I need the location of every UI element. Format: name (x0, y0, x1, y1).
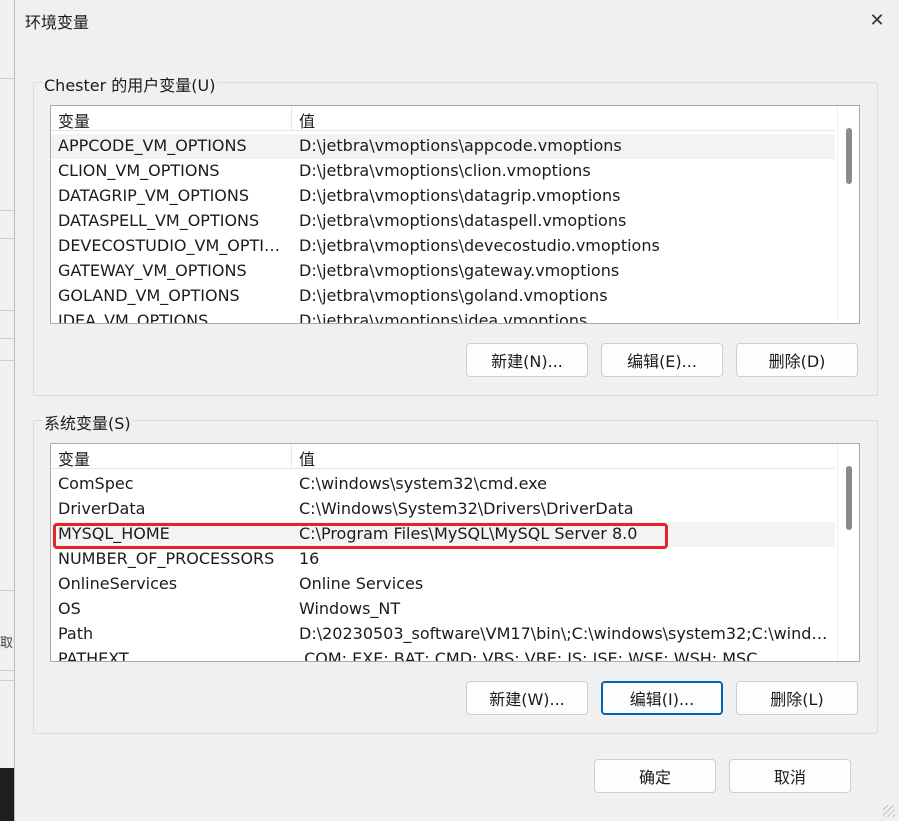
system-list-scroll-thumb[interactable] (846, 466, 852, 530)
user-delete-button[interactable]: 删除(D) (736, 343, 858, 377)
user-var-row[interactable]: IDEA_VM_OPTIONS D:\jetbra\vmoptions\idea… (51, 309, 835, 324)
system-variables-group: 系统变量(S) 变量 值 ComSpec C:\windows\system32… (33, 410, 878, 734)
var-value: D:\jetbra\vmoptions\appcode.vmoptions (299, 136, 622, 155)
var-value: .COM;.EXE;.BAT;.CMD;.VBS;.VBE;.JS;.JSE;.… (299, 649, 758, 662)
dialog-title: 环境变量 (25, 13, 90, 32)
var-value: D:\jetbra\vmoptions\clion.vmoptions (299, 161, 591, 180)
close-button[interactable]: ✕ (854, 0, 899, 40)
var-value: D:\20230503_software\VM17\bin\;C:\window… (299, 624, 829, 643)
var-name: APPCODE_VM_OPTIONS (58, 136, 247, 155)
var-value: D:\jetbra\vmoptions\dataspell.vmoptions (299, 211, 627, 230)
user-variables-group: Chester 的用户变量(U) 变量 值 APPCODE_VM_OPTIONS… (33, 72, 878, 396)
system-var-row[interactable]: Path D:\20230503_software\VM17\bin\;C:\w… (51, 622, 835, 647)
var-name: GOLAND_VM_OPTIONS (58, 286, 240, 305)
system-var-row[interactable]: ComSpec C:\windows\system32\cmd.exe (51, 472, 835, 497)
var-name: MYSQL_HOME (58, 524, 170, 543)
background-cancel-text: 取消 (0, 636, 14, 651)
user-var-row[interactable]: DEVECOSTUDIO_VM_OPTIO... D:\jetbra\vmopt… (51, 234, 835, 259)
var-name: DATASPELL_VM_OPTIONS (58, 211, 260, 230)
user-col-value-header[interactable]: 值 (299, 108, 315, 132)
user-new-button[interactable]: 新建(N)... (466, 343, 588, 377)
background-taskbar (0, 768, 14, 821)
system-var-row[interactable]: PATHEXT .COM;.EXE;.BAT;.CMD;.VBS;.VBE;.J… (51, 647, 835, 662)
system-var-row[interactable]: OS Windows_NT (51, 597, 835, 622)
system-list-header: 变量 值 (51, 444, 835, 469)
var-name: DATAGRIP_VM_OPTIONS (58, 186, 250, 205)
system-variables-label: 系统变量(S) (42, 410, 133, 434)
system-var-row[interactable]: OnlineServices Online Services (51, 572, 835, 597)
var-name: IDEA_VM_OPTIONS (58, 311, 209, 324)
var-value: D:\jetbra\vmoptions\datagrip.vmoptions (299, 186, 621, 205)
ok-button[interactable]: 确定 (594, 759, 716, 793)
var-name: DriverData (58, 499, 146, 518)
user-var-row[interactable]: GOLAND_VM_OPTIONS D:\jetbra\vmoptions\go… (51, 284, 835, 309)
system-col-value-header[interactable]: 值 (299, 446, 315, 470)
system-var-row[interactable]: DriverData C:\Windows\System32\Drivers\D… (51, 497, 835, 522)
var-name: CLION_VM_OPTIONS (58, 161, 220, 180)
var-name: OnlineServices (58, 574, 178, 593)
user-var-row[interactable]: CLION_VM_OPTIONS D:\jetbra\vmoptions\cli… (51, 159, 835, 184)
system-new-button[interactable]: 新建(W)... (466, 681, 588, 715)
var-value: D:\jetbra\vmoptions\devecostudio.vmoptio… (299, 236, 660, 255)
user-col-separator[interactable] (291, 106, 292, 131)
var-value: D:\jetbra\vmoptions\gateway.vmoptions (299, 261, 620, 280)
system-col-name-header[interactable]: 变量 (58, 446, 90, 470)
user-variables-list[interactable]: 变量 值 APPCODE_VM_OPTIONS D:\jetbra\vmopti… (50, 105, 860, 324)
var-value: D:\jetbra\vmoptions\idea.vmoptions (299, 311, 588, 324)
var-value: Windows_NT (299, 599, 401, 618)
system-edit-button[interactable]: 编辑(I)... (601, 681, 723, 715)
system-var-row-mysql-home[interactable]: MYSQL_HOME C:\Program Files\MySQL\MySQL … (51, 522, 835, 547)
var-name: PATHEXT (58, 649, 129, 662)
user-list-header: 变量 值 (51, 106, 835, 131)
background-window: 取消 (0, 0, 14, 821)
var-name: NUMBER_OF_PROCESSORS (58, 549, 275, 568)
resize-grip[interactable] (883, 805, 895, 817)
var-value: C:\windows\system32\cmd.exe (299, 474, 547, 493)
var-name: Path (58, 624, 94, 643)
var-name: ComSpec (58, 474, 134, 493)
var-value: D:\jetbra\vmoptions\goland.vmoptions (299, 286, 608, 305)
var-value: Online Services (299, 574, 424, 593)
user-var-row[interactable]: DATASPELL_VM_OPTIONS D:\jetbra\vmoptions… (51, 209, 835, 234)
user-variables-label: Chester 的用户变量(U) (42, 72, 218, 96)
user-col-name-header[interactable]: 变量 (58, 108, 90, 132)
user-edit-button[interactable]: 编辑(E)... (601, 343, 723, 377)
var-value: C:\Program Files\MySQL\MySQL Server 8.0 (299, 524, 638, 543)
var-name: DEVECOSTUDIO_VM_OPTIO... (58, 236, 288, 255)
user-var-row[interactable]: APPCODE_VM_OPTIONS D:\jetbra\vmoptions\a… (51, 134, 835, 159)
system-var-row[interactable]: NUMBER_OF_PROCESSORS 16 (51, 547, 835, 572)
system-delete-button[interactable]: 删除(L) (736, 681, 858, 715)
var-name: OS (58, 599, 81, 618)
title-bar: 环境变量 ✕ (15, 0, 899, 40)
user-list-scrollbar[interactable] (837, 106, 859, 323)
system-col-separator[interactable] (291, 444, 292, 469)
var-value: 16 (299, 549, 320, 568)
var-value: C:\Windows\System32\Drivers\DriverData (299, 499, 634, 518)
system-list-scrollbar[interactable] (837, 444, 859, 661)
var-name: GATEWAY_VM_OPTIONS (58, 261, 247, 280)
user-var-row[interactable]: DATAGRIP_VM_OPTIONS D:\jetbra\vmoptions\… (51, 184, 835, 209)
environment-variables-dialog: 环境变量 ✕ Chester 的用户变量(U) 变量 值 APPCODE_VM_… (14, 0, 899, 821)
system-variables-list[interactable]: 变量 值 ComSpec C:\windows\system32\cmd.exe… (50, 443, 860, 662)
close-icon: ✕ (869, 9, 885, 31)
user-var-row[interactable]: GATEWAY_VM_OPTIONS D:\jetbra\vmoptions\g… (51, 259, 835, 284)
user-list-scroll-thumb[interactable] (846, 128, 852, 184)
cancel-button[interactable]: 取消 (729, 759, 851, 793)
